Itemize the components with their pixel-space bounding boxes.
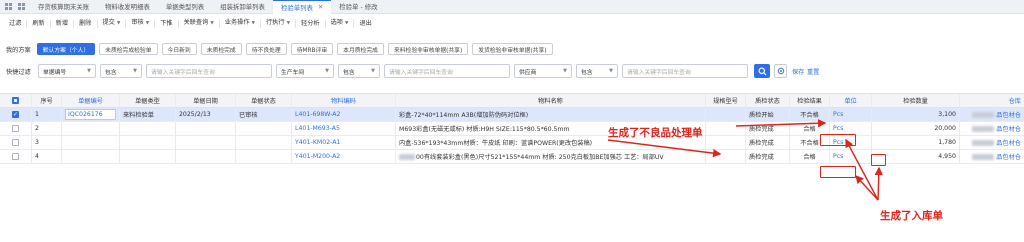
annotation-defect-note: 生成了不良品处理单 [608,127,703,139]
arrow-to-defect-result [735,119,827,128]
arrow-to-material-row-3 [607,139,722,158]
arrow-to-receipt-row-2 [845,138,879,201]
arrow-to-qty-row-3 [874,166,883,201]
annotation-arrows [607,119,883,201]
annotation-receipt-note: 生成了入库单 [880,210,943,222]
